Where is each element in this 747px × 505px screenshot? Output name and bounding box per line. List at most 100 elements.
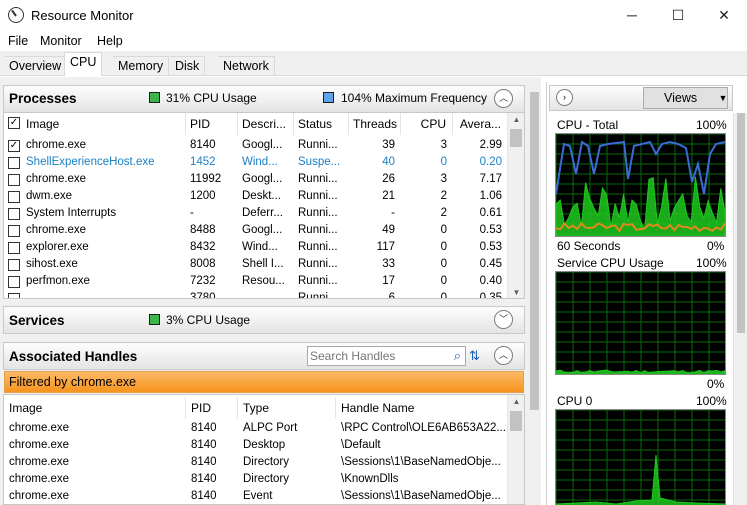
header-col-description[interactable]: Descri...	[238, 113, 294, 135]
select-all-checkbox[interactable]: ✓	[8, 117, 20, 129]
process-checkbox[interactable]	[8, 157, 20, 169]
process-checkbox[interactable]	[8, 225, 20, 237]
cell-description: Googl...	[242, 224, 283, 236]
cell-average: 0.53	[479, 224, 502, 236]
cell-image: chrome.exe	[9, 456, 70, 468]
views-button[interactable]: Views	[643, 87, 728, 109]
minimize-button[interactable]: ─	[609, 0, 655, 31]
table-row[interactable]: chrome.exe 8140 Directory \Sessions\1\BaseN…	[4, 454, 509, 471]
table-row[interactable]: chrome.exe 8140 ALPC Port \RPC Control\OLE6…	[4, 420, 509, 437]
scroll-up-arrow-icon[interactable]: ▲	[508, 115, 524, 124]
cell-image: explorer.exe	[26, 241, 89, 253]
process-checkbox[interactable]: ✓	[8, 140, 20, 152]
table-row[interactable]: ✓ chrome.exe 8140 Googl... Runni... 39 3 2.99	[4, 137, 509, 154]
process-checkbox[interactable]	[8, 293, 20, 298]
cell-description: Googl...	[242, 139, 283, 151]
close-button[interactable]: ✕	[701, 0, 747, 31]
services-expand-button[interactable]: ﹀	[494, 310, 513, 329]
tab-overview[interactable]: Overview	[4, 56, 68, 76]
menu-help[interactable]: Help	[97, 34, 123, 48]
table-row[interactable]: chrome.exe 8488 Googl... Runni... 49 0 0.53	[4, 222, 509, 239]
services-title: Services	[9, 313, 65, 328]
header-col-average[interactable]: Avera...	[453, 113, 508, 135]
cell-pid: 8140	[191, 422, 217, 434]
cell-status: Runni...	[298, 275, 338, 287]
handles-collapse-button[interactable]: ︿	[494, 346, 513, 365]
processes-cpu-usage: 31% CPU Usage	[166, 91, 257, 105]
processes-collapse-button[interactable]: ︿	[494, 89, 513, 108]
cell-pid: 1452	[190, 156, 216, 168]
table-row[interactable]: chrome.exe 11992 Googl... Runni... 26 3 7.17	[4, 171, 509, 188]
table-row[interactable]: perfmon.exe 7232 Resou... Runni... 17 0 0.40	[4, 273, 509, 290]
process-checkbox[interactable]	[8, 191, 20, 203]
filter-bar: Filtered by chrome.exe	[4, 371, 524, 393]
cell-pid: -	[190, 207, 194, 219]
processes-title: Processes	[9, 91, 77, 106]
table-row[interactable]: dwm.exe 1200 Deskt... Runni... 21 2 1.06	[4, 188, 509, 205]
scroll-thumb[interactable]	[530, 92, 539, 410]
cell-image: ShellExperienceHost.exe	[26, 156, 155, 168]
search-handles-box[interactable]: ⌕	[307, 346, 466, 366]
header-col-cpu[interactable]: CPU	[401, 113, 453, 135]
process-checkbox[interactable]	[8, 242, 20, 254]
cell-type: Event	[243, 490, 273, 502]
process-checkbox[interactable]	[8, 259, 20, 271]
process-checkbox[interactable]	[8, 276, 20, 288]
table-row[interactable]: chrome.exe 8140 Desktop \Default	[4, 437, 509, 454]
cell-cpu: 2	[440, 207, 447, 219]
cell-status: Runni...	[298, 241, 338, 253]
cell-threads: 117	[376, 241, 395, 253]
maximize-button[interactable]: ☐	[655, 0, 701, 31]
process-checkbox[interactable]	[8, 174, 20, 186]
cell-type: ALPC Port	[243, 422, 298, 434]
header-col-image[interactable]: Image	[4, 397, 186, 419]
header-col-threads[interactable]: Threads	[349, 113, 401, 135]
table-row[interactable]: chrome.exe 8140 Directory \KnownDlls	[4, 471, 509, 488]
cell-cpu: 2	[440, 190, 447, 202]
services-cpu-indicator	[149, 314, 160, 325]
scroll-thumb[interactable]	[510, 411, 522, 431]
table-row[interactable]: ShellExperienceHost.exe 1452 Wind... Suspe.…	[4, 154, 509, 171]
menu-file[interactable]: File	[8, 34, 28, 48]
cell-description: Deferr...	[242, 207, 283, 219]
scroll-thumb[interactable]	[510, 129, 522, 147]
table-row[interactable]: System Interrupts - Deferr... Runni... - 2 0.6…	[4, 205, 509, 222]
process-checkbox[interactable]	[8, 208, 20, 220]
graphs-expand-button[interactable]: ›	[556, 89, 573, 106]
table-row[interactable]: sihost.exe 8008 Shell I... Runni... 33 0 0.45	[4, 256, 509, 273]
cell-status: Runni...	[298, 173, 338, 185]
header-col-pid[interactable]: PID	[186, 397, 238, 419]
tab-cpu[interactable]: CPU	[64, 52, 103, 76]
search-handles-input[interactable]	[310, 348, 442, 364]
cell-status: Runni...	[298, 292, 338, 299]
services-header[interactable]	[3, 306, 525, 334]
header-col-image[interactable]: Image	[4, 113, 186, 135]
menu-monitor[interactable]: Monitor	[40, 34, 82, 48]
cell-average: 0.53	[479, 241, 502, 253]
scroll-down-arrow-icon[interactable]: ▼	[508, 288, 524, 297]
views-dropdown-icon[interactable]: ▼	[717, 87, 729, 109]
table-row[interactable]: explorer.exe 8432 Wind... Runni... 117 0 0.53	[4, 239, 509, 256]
header-col-type[interactable]: Type	[238, 397, 336, 419]
graphs-scrollbar[interactable]	[733, 113, 747, 505]
header-col-handle-name[interactable]: Handle Name	[336, 397, 509, 419]
processes-scrollbar[interactable]: ▲ ▼	[507, 113, 524, 298]
search-icon[interactable]: ⌕	[454, 348, 461, 364]
left-pane-scrollbar[interactable]	[528, 84, 541, 505]
cell-image: chrome.exe	[9, 422, 70, 434]
tab-network[interactable]: Network	[218, 56, 275, 76]
handles-table: Image PID Type Handle Name chrome.exe 8140 AL…	[3, 394, 525, 505]
cell-image: chrome.exe	[26, 139, 87, 151]
table-row[interactable]: chrome.exe 8140 Event \Sessions\1\BaseNamed…	[4, 488, 509, 504]
table-row[interactable]: ... 3780 Runni... 6 0 0.35	[4, 290, 509, 299]
cell-threads: 40	[382, 156, 395, 168]
scroll-thumb[interactable]	[737, 113, 745, 333]
header-col-status[interactable]: Status	[294, 113, 349, 135]
cell-type: Desktop	[243, 439, 286, 451]
tab-memory[interactable]: Memory	[113, 56, 170, 76]
refresh-icon[interactable]: ⇅	[469, 348, 480, 364]
tab-disk[interactable]: Disk	[170, 56, 206, 76]
header-col-pid[interactable]: PID	[186, 113, 238, 135]
handles-scrollbar[interactable]: ▲	[507, 395, 524, 504]
scroll-up-arrow-icon[interactable]: ▲	[508, 397, 524, 406]
